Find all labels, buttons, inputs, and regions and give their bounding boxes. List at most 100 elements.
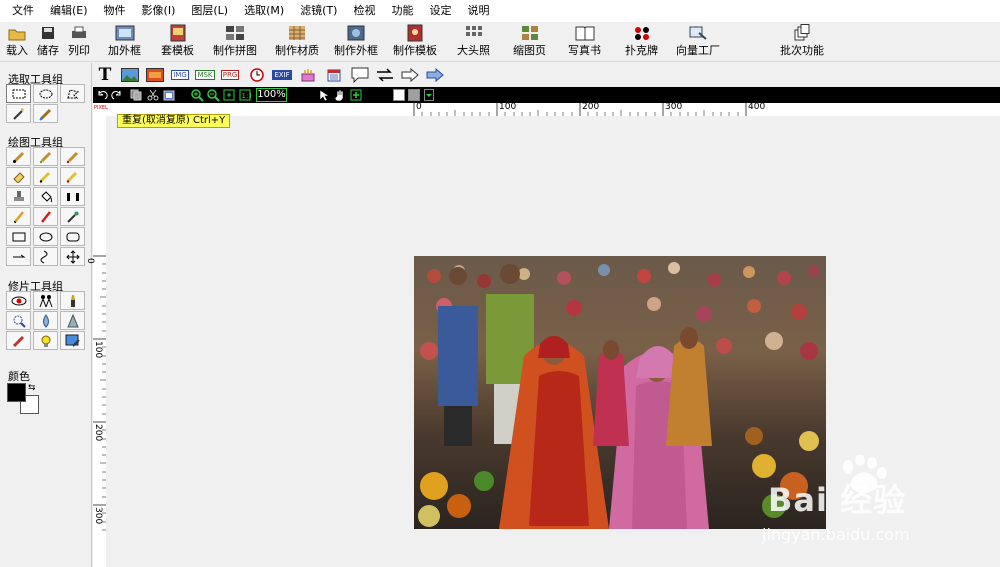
crayon-tool[interactable] (60, 147, 85, 166)
marker-tool[interactable] (33, 167, 58, 186)
lasso-select-tool[interactable] (60, 84, 85, 103)
menu-help[interactable]: 说明 (459, 0, 497, 22)
cut-icon[interactable] (147, 88, 159, 102)
vector-factory-button[interactable]: 向量工厂 (676, 24, 720, 58)
menu-select[interactable]: 选取(M) (236, 0, 292, 22)
id-photo-button[interactable]: 大头照 (457, 24, 490, 58)
sharpen-tool[interactable] (60, 311, 85, 330)
menu-filter[interactable]: 滤镜(T) (292, 0, 345, 22)
undo-icon[interactable] (96, 88, 108, 102)
crayon-icon (66, 151, 78, 163)
make-template-button[interactable]: 制作模板 (393, 24, 437, 58)
add-frame-icon (115, 25, 134, 41)
stamp-tool[interactable] (6, 187, 31, 206)
batch-button[interactable]: 批次功能 (780, 24, 824, 58)
copy-icon[interactable] (130, 88, 142, 102)
zoom-in-icon[interactable] (191, 88, 204, 102)
gradient-fill-tool[interactable] (60, 187, 85, 206)
menu-file[interactable]: 文件 (4, 0, 42, 22)
line-tool[interactable] (6, 247, 31, 266)
zoom-level[interactable]: 100% (256, 88, 287, 102)
rounded-rect-tool[interactable] (60, 227, 85, 246)
hand-pan-icon[interactable] (334, 88, 347, 102)
birthday-cake-icon[interactable] (298, 65, 318, 85)
red-pen-tool[interactable] (33, 207, 58, 226)
ellipse-shape-tool[interactable] (33, 227, 58, 246)
blemish-remove-icon (13, 315, 26, 328)
vector-factory-icon (689, 26, 707, 40)
dropdown-arrow-icon[interactable] (424, 88, 434, 102)
ruler-corner[interactable]: PIXEL (93, 103, 108, 116)
image-sunset-icon[interactable] (145, 65, 165, 85)
eraser-tool[interactable] (6, 167, 31, 186)
redo-icon[interactable] (111, 88, 123, 102)
eraser-icon (12, 171, 25, 183)
fit-window-icon[interactable] (223, 88, 235, 102)
add-object-icon[interactable] (350, 88, 362, 102)
rectangle-shape-tool[interactable] (6, 227, 31, 246)
menu-object[interactable]: 物件 (96, 0, 134, 22)
swap-arrows-icon[interactable] (375, 65, 395, 85)
menu-function[interactable]: 功能 (383, 0, 421, 22)
white-swatch-icon[interactable] (393, 88, 405, 102)
poker-card-button[interactable]: 扑克牌 (625, 24, 658, 58)
smudge-tool[interactable] (6, 331, 31, 350)
photo-book-button[interactable]: 写真书 (568, 24, 601, 58)
red-eye-tool[interactable] (6, 291, 31, 310)
actual-size-icon[interactable]: 1:1 (239, 88, 251, 102)
image-landscape-icon[interactable] (120, 65, 140, 85)
fill-bucket-tool[interactable] (33, 187, 58, 206)
gray-swatch-icon[interactable] (408, 88, 420, 102)
text-tool-icon[interactable]: T (95, 65, 115, 85)
add-frame-button[interactable]: 加外框 (108, 24, 141, 58)
make-frame-button[interactable]: 制作外框 (334, 24, 378, 58)
remove-blemish-tool[interactable] (6, 311, 31, 330)
load-button[interactable]: 载入 (6, 24, 28, 58)
photo-retouch-tool[interactable] (60, 331, 85, 350)
pencil-tool[interactable] (6, 207, 31, 226)
menu-edit[interactable]: 编辑(E) (42, 0, 96, 22)
ellipse-select-tool[interactable] (33, 84, 58, 103)
arrow-right-icon[interactable] (400, 65, 420, 85)
magic-wand-tool[interactable] (6, 104, 31, 123)
thumbnail-page-button[interactable]: 缩图页 (513, 24, 546, 58)
rect-select-tool[interactable] (6, 84, 31, 103)
make-texture-button[interactable]: 制作材质 (275, 24, 319, 58)
color-picker-tool[interactable] (60, 207, 85, 226)
blur-drop-tool[interactable] (33, 311, 58, 330)
selection-brush-tool[interactable] (33, 104, 58, 123)
paint-brush-tool[interactable] (6, 147, 31, 166)
swap-colors-icon[interactable]: ⇆ (28, 383, 36, 393)
rect-select-icon (12, 89, 25, 98)
print-button[interactable]: 列印 (68, 24, 90, 58)
batch-icon (794, 24, 810, 41)
prg-mode-icon[interactable]: PRG (220, 65, 240, 85)
h-ruler-tick-label: 100 (499, 102, 517, 112)
menu-image[interactable]: 影像(I) (134, 0, 184, 22)
highlighter-tool[interactable] (60, 167, 85, 186)
calendar-icon[interactable] (324, 65, 344, 85)
foreground-color-swatch[interactable] (7, 383, 26, 402)
msk-mode-icon[interactable]: MSK (195, 65, 215, 85)
zoom-out-icon[interactable] (207, 88, 220, 102)
speech-bubble-icon[interactable] (350, 65, 370, 85)
menu-settings[interactable]: 设定 (421, 0, 459, 22)
paste-icon[interactable] (163, 88, 175, 102)
pointer-tool-icon[interactable] (318, 88, 330, 102)
menu-view[interactable]: 检视 (345, 0, 383, 22)
line-arrow-icon (12, 254, 26, 257)
save-button[interactable]: 储存 (37, 24, 59, 58)
clock-icon[interactable] (247, 65, 267, 85)
exif-icon[interactable]: EXIF (272, 65, 292, 85)
curve-tool[interactable] (33, 247, 58, 266)
img-mode-icon[interactable]: IMG (170, 65, 190, 85)
make-collage-button[interactable]: 制作拼图 (213, 24, 257, 58)
transform-tool[interactable] (60, 247, 85, 266)
menu-layer[interactable]: 图层(L) (183, 0, 236, 22)
star-arrow-icon[interactable] (425, 65, 445, 85)
airbrush-tool[interactable] (33, 147, 58, 166)
clone-people-tool[interactable] (33, 291, 58, 310)
cosmetic-tool[interactable] (60, 291, 85, 310)
dodge-tool[interactable] (33, 331, 58, 350)
apply-template-button[interactable]: 套模板 (161, 24, 194, 58)
